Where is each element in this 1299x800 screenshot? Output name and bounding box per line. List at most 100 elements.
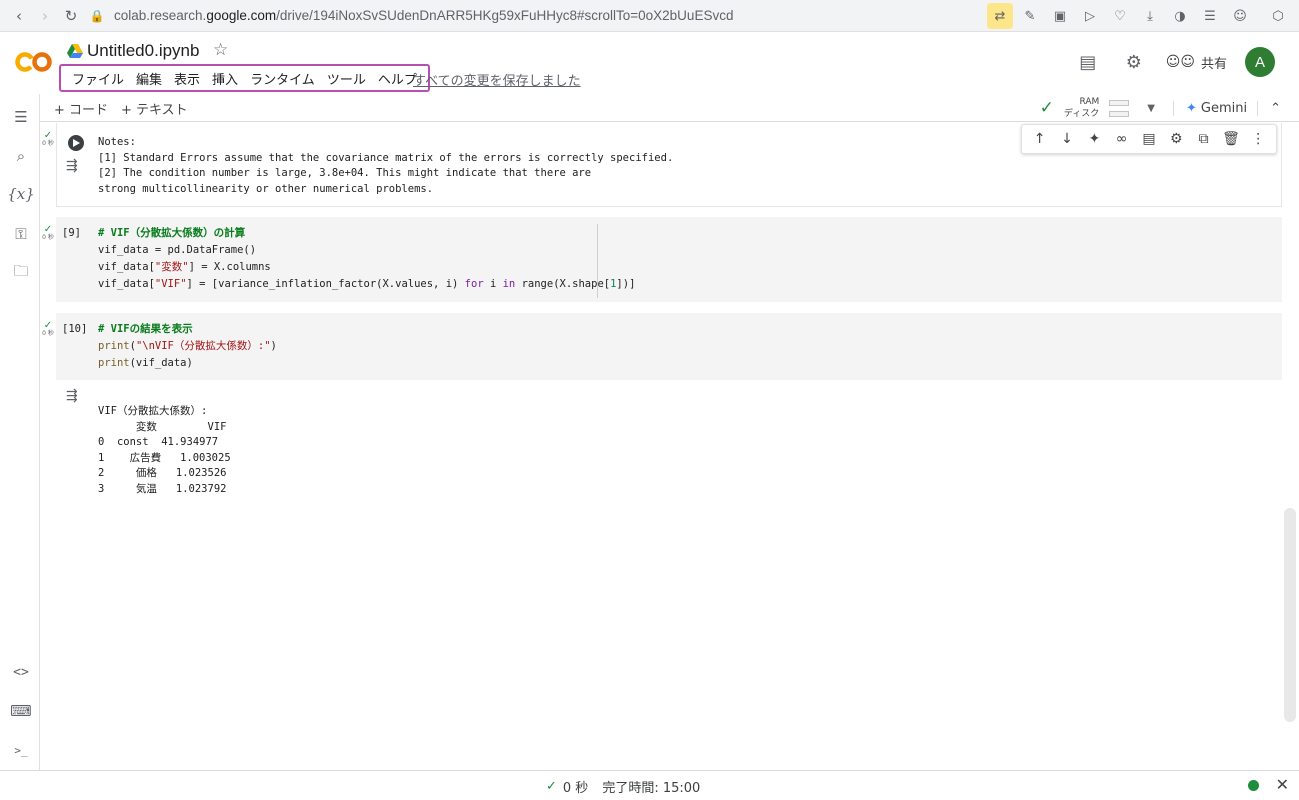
menu-edit[interactable]: 編集 xyxy=(130,69,168,88)
terminal-icon[interactable]: >_ xyxy=(9,738,33,762)
back-icon[interactable]: ‹ xyxy=(6,3,32,29)
code-editor-9[interactable]: # VIF（分散拡大係数）の計算 vif_data = pd.DataFrame(… xyxy=(98,225,635,293)
code-line: # VIF（分散拡大係数）の計算 xyxy=(98,225,635,242)
gemini-sparkle-icon: ✦ xyxy=(1185,100,1197,116)
code-token: (vif_data) xyxy=(129,357,193,369)
code-function: print xyxy=(98,340,130,352)
gemini-label: Gemini xyxy=(1200,100,1248,116)
search-icon[interactable]: ⌕ xyxy=(9,144,33,168)
disk-label: ディスク xyxy=(1063,109,1100,119)
comment-icon[interactable]: ▤ xyxy=(1074,52,1102,73)
lock-icon: 🔒 xyxy=(89,8,105,23)
heart-icon[interactable]: ♡ xyxy=(1107,3,1133,29)
done-check-icon: ✓ xyxy=(43,130,53,141)
code-token: vif_data[ xyxy=(98,278,155,290)
editor-ruler xyxy=(597,224,598,298)
status-completed: 完了時間: 15:00 xyxy=(602,781,701,796)
run-cell-button[interactable] xyxy=(68,135,84,151)
connected-check-icon: ✓ xyxy=(1039,98,1054,118)
menu-lines-icon[interactable]: ☰ xyxy=(1197,3,1223,29)
sidebar-toggle-icon[interactable]: ◑ xyxy=(1167,3,1193,29)
translate-icon[interactable]: ⇄ xyxy=(987,3,1013,29)
download-icon[interactable]: ⤓ xyxy=(1137,3,1163,29)
command-palette-icon[interactable]: ⌨ xyxy=(9,699,33,723)
resource-bars[interactable] xyxy=(1109,99,1130,117)
gear-icon[interactable]: ⚙ xyxy=(1164,131,1188,147)
output-options-icon[interactable]: ⇶ xyxy=(66,388,78,404)
save-status-link[interactable]: すべての変更を保存しました xyxy=(413,70,581,89)
code-token: ) xyxy=(270,340,277,352)
chevron-up-icon[interactable]: ⌃ xyxy=(1257,100,1281,116)
link-icon[interactable]: ∞ xyxy=(1110,131,1134,147)
menu-runtime[interactable]: ランタイム xyxy=(244,69,321,88)
play-icon[interactable]: ▷ xyxy=(1077,3,1103,29)
share-button[interactable]: ☺☺ 共有 xyxy=(1166,53,1227,72)
done-check-icon: ✓ xyxy=(43,320,53,331)
chevron-down-icon[interactable]: ▼ xyxy=(1147,103,1155,114)
status-bar: ✓ 0 秒 完了時間: 15:00 ✕ xyxy=(0,770,1299,800)
comment-icon[interactable]: ▤ xyxy=(1137,131,1161,147)
close-icon[interactable]: ✕ xyxy=(1276,775,1289,794)
check-icon: ✓ xyxy=(546,779,557,794)
key-icon[interactable]: ⚿ xyxy=(9,222,33,246)
runtime-status-dot xyxy=(1248,780,1259,791)
code-editor-10[interactable]: # VIFの結果を表示 print("\nVIF（分散拡大係数）:") print (… xyxy=(98,321,277,372)
variables-icon[interactable]: {x} xyxy=(7,182,35,206)
folder-icon[interactable]: 🗀 xyxy=(9,261,33,285)
menu-tools[interactable]: ツール xyxy=(321,69,372,88)
mirror-cell-icon[interactable]: ⧉ xyxy=(1192,131,1216,147)
code-line: vif_data["変数"] = X.columns xyxy=(98,259,635,276)
table-of-contents-icon[interactable]: ☰ xyxy=(9,105,33,129)
url-path: /drive/194iNoxSvSUdenDnARR5HKg59xFuHHyc8… xyxy=(276,8,734,23)
left-sidebar: ☰ ⌕ {x} ⚿ 🗀 <> ⌨ >_ xyxy=(0,94,40,770)
code-string: "VIF" xyxy=(154,278,187,290)
code-keyword: in xyxy=(502,278,516,290)
move-up-icon[interactable]: ↑ xyxy=(1028,131,1052,147)
cell-status-notes: ✓ 0 秒 xyxy=(40,131,56,148)
code-line: vif_data = pd.DataFrame() xyxy=(98,242,635,259)
code-comment: # VIFの結果を表示 xyxy=(98,323,193,335)
done-check-icon: ✓ xyxy=(43,224,53,235)
gemini-sparkle-icon[interactable]: ✦ xyxy=(1082,131,1106,147)
address-bar[interactable]: colab.research.google.com/drive/194iNoxS… xyxy=(114,8,733,23)
add-text-button[interactable]: + テキスト xyxy=(121,99,188,118)
people-icon: ☺☺ xyxy=(1165,54,1195,70)
notebook-title[interactable]: Untitled0.ipynb xyxy=(87,41,199,61)
gear-icon[interactable]: ⚙ xyxy=(1120,52,1148,73)
notes-output-text: Notes: [1] Standard Errors assume that t… xyxy=(98,136,674,195)
more-vert-icon[interactable]: ⋮ xyxy=(1246,131,1270,147)
cell-status-10: ✓ 0 秒 xyxy=(40,321,56,338)
reload-icon[interactable]: ↻ xyxy=(58,3,84,29)
output-options-icon[interactable]: ⇶ xyxy=(66,158,78,174)
ram-bar xyxy=(1109,99,1130,106)
code-token: ] = X.columns xyxy=(188,261,271,273)
gemini-button[interactable]: ✦ Gemini xyxy=(1172,100,1248,116)
resource-labels[interactable]: RAM ディスク xyxy=(1064,96,1099,120)
avatar[interactable]: A xyxy=(1245,47,1275,77)
forward-icon[interactable]: › xyxy=(32,3,58,29)
code-token: vif_data = pd.DataFrame() xyxy=(98,244,257,256)
ram-label: RAM xyxy=(1079,97,1100,107)
profile-icon[interactable]: ☺ xyxy=(1227,3,1253,29)
disk-bar xyxy=(1109,110,1130,117)
menu-view[interactable]: 表示 xyxy=(168,69,206,88)
menu-file[interactable]: ファイル xyxy=(66,69,130,88)
cell-exec-time: 0 秒 xyxy=(42,330,54,337)
move-down-icon[interactable]: ↓ xyxy=(1055,131,1079,147)
vertical-scrollbar[interactable] xyxy=(1284,508,1296,722)
star-icon[interactable]: ☆ xyxy=(213,40,228,60)
cell-toolbar: ↑ ↓ ✦ ∞ ▤ ⚙ ⧉ 🗑 ⋮ xyxy=(1021,124,1277,154)
code-snippets-icon[interactable]: <> xyxy=(9,660,33,684)
add-code-button[interactable]: + コード xyxy=(54,99,108,118)
code-token: ])] xyxy=(616,278,636,290)
cell-exec-time: 0 秒 xyxy=(42,140,54,147)
colab-logo[interactable] xyxy=(14,47,54,77)
camera-icon[interactable]: ▣ xyxy=(1047,3,1073,29)
menu-insert[interactable]: 挿入 xyxy=(206,69,244,88)
code-line: print("\nVIF（分散拡大係数）:") xyxy=(98,338,277,355)
colab-header: Untitled0.ipynb ☆ ファイル 編集 表示 挿入 ランタイム ツー… xyxy=(0,32,1299,94)
edit-icon[interactable]: ✎ xyxy=(1017,3,1043,29)
exec-count-9: [9] xyxy=(62,227,81,239)
box-icon[interactable]: ⬡ xyxy=(1265,3,1291,29)
trash-icon[interactable]: 🗑 xyxy=(1219,131,1243,147)
